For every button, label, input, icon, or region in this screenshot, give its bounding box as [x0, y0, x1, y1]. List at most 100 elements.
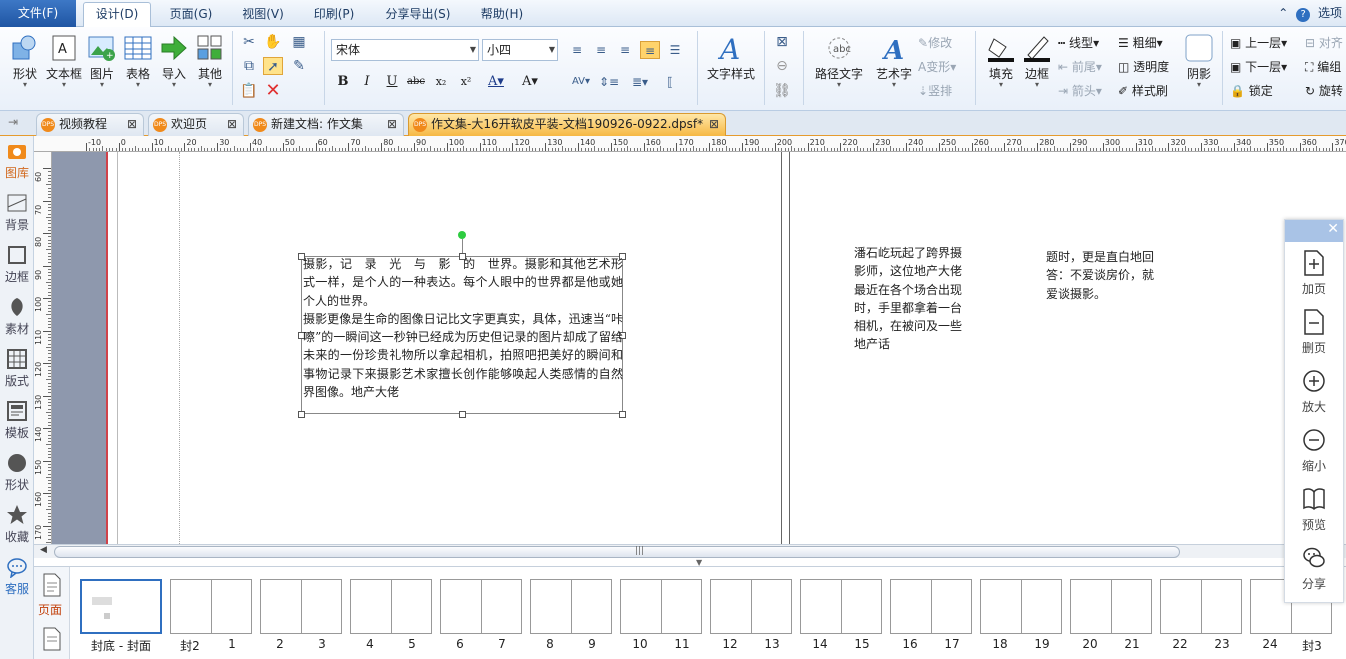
paste-icon[interactable]: 📋 — [239, 82, 259, 100]
page-thumbnail[interactable] — [710, 579, 792, 634]
textbox-link-icon[interactable]: ⊠ — [772, 33, 792, 51]
sidebar-item-background[interactable]: 背景 — [0, 192, 34, 233]
table-button[interactable]: 表格 ▾ — [120, 33, 156, 89]
help-icon[interactable]: ? — [1296, 8, 1311, 22]
sidebar-item-material[interactable]: 素材 — [0, 296, 34, 337]
lock-button[interactable]: 🔒 锁定 — [1230, 82, 1273, 100]
border-button[interactable]: 边框 ▾ — [1021, 33, 1053, 89]
superscript-button[interactable]: x² — [456, 71, 476, 93]
rotation-handle[interactable] — [458, 231, 466, 239]
collapse-ribbon-icon[interactable]: ⌃ — [1278, 6, 1288, 20]
page-panel-label[interactable]: 页面 — [38, 601, 62, 618]
bold-button[interactable]: B — [333, 71, 353, 93]
align-distributed-icon[interactable]: ☰ — [665, 41, 685, 59]
text-style-button[interactable]: A 文字样式 — [703, 33, 759, 82]
cut-icon[interactable]: ✂ — [239, 33, 259, 51]
shadow-button[interactable]: 阴影 ▾ — [1182, 33, 1216, 89]
sidebar-item-gallery[interactable]: 图库 — [0, 140, 34, 181]
path-text-button[interactable]: abc 路径文字 ▾ — [810, 33, 868, 89]
transparency-button[interactable]: ◫ 透明度 — [1118, 58, 1169, 76]
page-thumbnail[interactable] — [440, 579, 522, 634]
fill-button[interactable]: 填充 ▾ — [983, 33, 1019, 89]
front-arrow-button[interactable]: ⇤ 前尾▾ — [1058, 58, 1102, 76]
page-thumbnail[interactable] — [170, 579, 252, 634]
close-tab-icon[interactable]: ⊠ — [127, 114, 137, 135]
page-thumbnail[interactable] — [1160, 579, 1242, 634]
sidebar-item-favorites[interactable]: 收藏 — [0, 504, 34, 545]
magic-wand-icon[interactable]: ✎ — [289, 57, 309, 75]
vertical-button[interactable]: ⇣竖排 — [918, 82, 952, 100]
page-thumbnail[interactable] — [350, 579, 432, 634]
font-name-combo[interactable]: 宋体 ▼ — [331, 39, 479, 61]
hand-icon[interactable]: ✋ — [263, 33, 283, 51]
align-button[interactable]: ⊟ 对齐 — [1305, 34, 1343, 52]
font-color-button[interactable]: A▾ — [481, 71, 511, 93]
italic-button[interactable]: I — [357, 71, 377, 93]
tab-design[interactable]: 设计(D) — [83, 2, 151, 28]
line-width-button[interactable]: ☰ 粗细▾ — [1118, 34, 1163, 52]
select-pointer-icon[interactable]: ➚ — [263, 57, 283, 75]
deform-button[interactable]: A变形▾ — [918, 58, 956, 76]
art-text-button[interactable]: A 艺术字 ▾ — [872, 33, 916, 89]
bring-forward-button[interactable]: ▣ 上一层▾ — [1230, 34, 1287, 52]
send-backward-button[interactable]: ▣ 下一层▾ — [1230, 58, 1287, 76]
line-type-button[interactable]: ┅ 线型▾ — [1058, 34, 1099, 52]
font-size-combo[interactable]: 小四 ▼ — [482, 39, 558, 61]
preview-button[interactable]: 预览 — [1285, 486, 1343, 533]
doc-tab-active[interactable]: DPS 作文集-大16开软皮平装-文档190926-0922.dpsf* ⊠ — [408, 113, 726, 136]
align-justify-icon[interactable]: ≡ — [640, 41, 660, 59]
modify-button[interactable]: ✎修改 — [918, 34, 952, 52]
page-thumbnail[interactable] — [980, 579, 1062, 634]
paragraph-icon[interactable]: ≣▾ — [625, 73, 655, 91]
align-left-icon[interactable]: ≡ — [567, 41, 587, 59]
horizontal-scrollbar[interactable]: ◀ ||| — [34, 544, 1346, 558]
share-button[interactable]: 分享 — [1285, 545, 1343, 592]
document-canvas[interactable]: 摄影，记 录 光 与 影 的 世界。摄影和其他艺术形式一样，是个人的一种表达。每… — [52, 152, 1346, 544]
sidebar-item-customer-service[interactable]: 客服 — [0, 556, 34, 597]
zoom-in-button[interactable]: 放大 — [1285, 368, 1343, 415]
resize-handle-sw[interactable] — [298, 411, 305, 418]
text-box-content[interactable]: 摄影，记 录 光 与 影 的 世界。摄影和其他艺术形式一样，是个人的一种表达。每… — [303, 255, 623, 401]
page-thumbnail[interactable] — [260, 579, 342, 634]
zoom-out-button[interactable]: 缩小 — [1285, 427, 1343, 474]
sidebar-item-template[interactable]: 模板 — [0, 400, 34, 441]
options-button[interactable]: 选项 — [1318, 6, 1342, 20]
arrow-button[interactable]: ⇥ 箭头▾ — [1058, 82, 1102, 100]
underline-button[interactable]: U — [382, 71, 402, 93]
tab-page[interactable]: 页面(G) — [163, 3, 219, 25]
text-column-2[interactable]: 题时，更是直白地回答：不爱谈房价，就爱谈摄影。 — [1046, 248, 1160, 303]
resize-handle-se[interactable] — [619, 411, 626, 418]
file-menu[interactable]: 文件(F) — [0, 0, 76, 27]
page-thumbnail[interactable] — [1070, 579, 1152, 634]
delete-page-button[interactable]: 删页 — [1285, 309, 1343, 356]
doc-tab-welcome[interactable]: DPS 欢迎页 ⊠ — [148, 113, 244, 136]
strikethrough-button[interactable]: abc — [406, 71, 426, 93]
tab-help[interactable]: 帮助(H) — [474, 3, 530, 25]
unlink-icon[interactable]: ⛓ — [772, 82, 792, 100]
page-thumbnail[interactable] — [530, 579, 612, 634]
sidebar-item-border[interactable]: 边框 — [0, 244, 34, 285]
subscript-button[interactable]: x₂ — [431, 71, 451, 93]
doc-tab-new-document[interactable]: DPS 新建文档: 作文集 ⊠ — [248, 113, 404, 136]
picture-button[interactable]: + 图片 ▾ — [86, 33, 118, 89]
text-direction-icon[interactable]: ⟦ — [660, 73, 680, 91]
tab-print[interactable]: 印刷(P) — [306, 3, 362, 25]
rotate-button[interactable]: ↻ 旋转 — [1305, 82, 1343, 100]
textbox-button[interactable]: A 文本框 ▾ — [44, 33, 84, 89]
tab-view[interactable]: 视图(V) — [235, 3, 291, 25]
font-size-grow-button[interactable]: A▾ — [515, 71, 545, 93]
picture-tool-icon[interactable]: ▦ — [289, 33, 309, 51]
page-thumbnail[interactable] — [80, 579, 162, 634]
page-thumbnail[interactable] — [800, 579, 882, 634]
panel-collapse-icon[interactable]: ⇥ — [8, 115, 18, 129]
sidebar-item-layout[interactable]: 版式 — [0, 348, 34, 389]
link-icon[interactable]: ⊖ — [772, 57, 792, 75]
style-brush-button[interactable]: ✐ 样式刷 — [1118, 82, 1168, 100]
close-tab-icon[interactable]: ⊠ — [709, 114, 719, 135]
copy-icon[interactable]: ⧉ — [239, 57, 259, 75]
shape-button[interactable]: 形状 ▾ — [8, 33, 42, 89]
close-tab-icon[interactable]: ⊠ — [387, 114, 397, 135]
align-right-icon[interactable]: ≡ — [615, 41, 635, 59]
text-column-1[interactable]: 潘石屹玩起了跨界摄影师，这位地产大佬最近在各个场合出现时，手里都拿着一台相机，在… — [854, 244, 968, 354]
other-button[interactable]: 其他 ▾ — [193, 33, 227, 89]
